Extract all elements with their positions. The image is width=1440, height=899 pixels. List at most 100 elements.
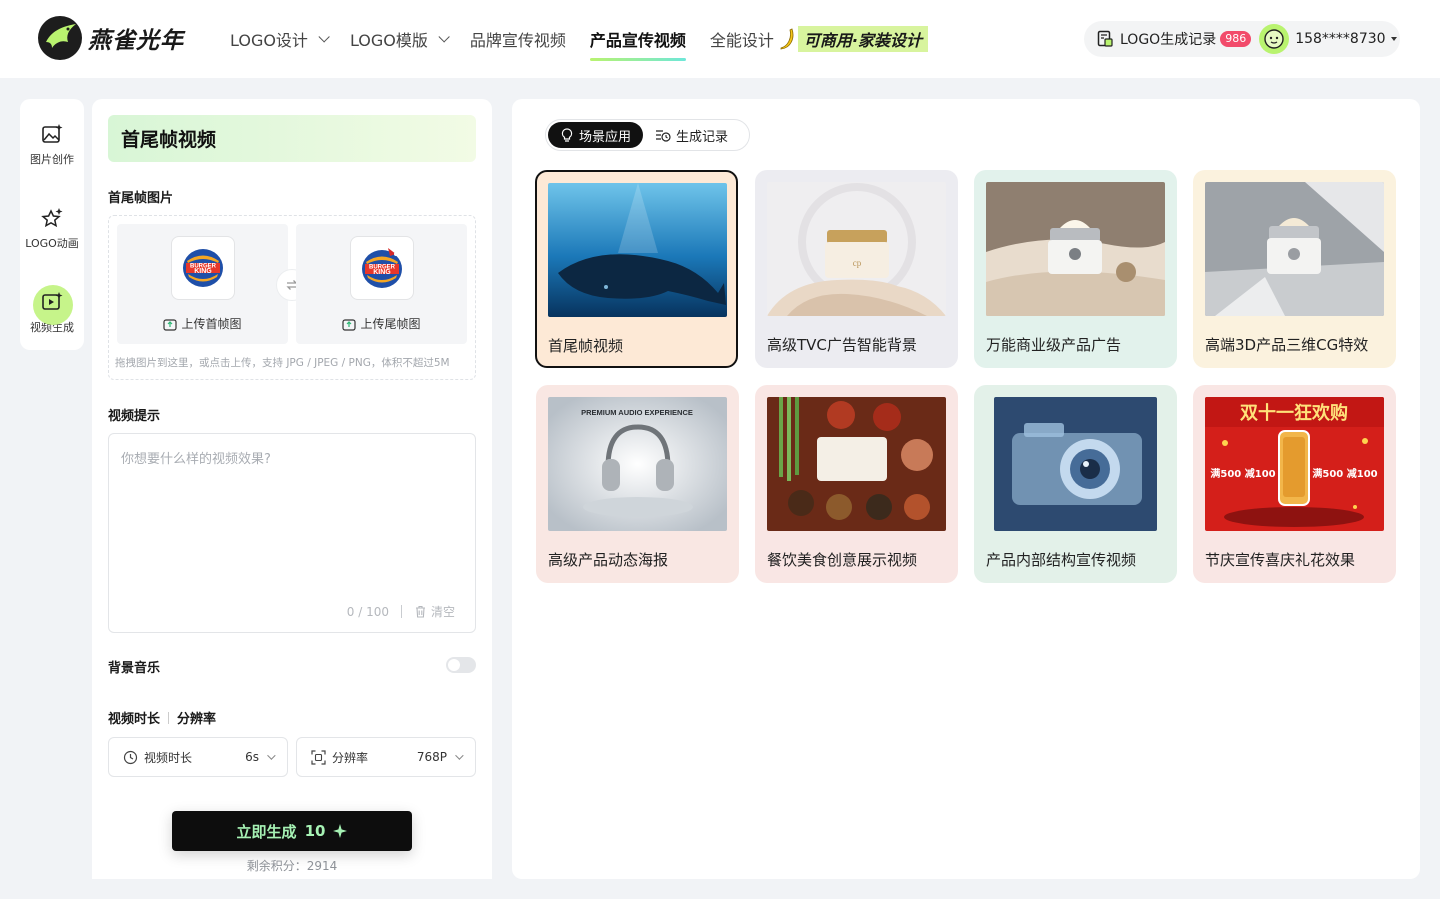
clear-prompt-button[interactable]: 清空: [414, 603, 455, 620]
user-area: LOGO生成记录 986 158****8730: [1084, 21, 1400, 57]
tab-scene-apps[interactable]: 场景应用: [548, 122, 644, 148]
nav-label: 品牌宣传视频: [469, 31, 566, 50]
prompt-box: 0 / 100 清空: [108, 433, 476, 633]
upload-icon: [342, 318, 357, 331]
rail-item-video-generate[interactable]: 视频生成: [20, 285, 84, 335]
divider: [400, 605, 402, 618]
upload-last-label: 上传尾帧图: [296, 315, 467, 332]
caret-down-icon[interactable]: [1390, 37, 1397, 41]
nav-product-video[interactable]: 产品宣传视频: [589, 0, 686, 78]
prompt-input[interactable]: [109, 434, 475, 584]
last-frame-thumbnail: BURGER KING: [350, 236, 414, 300]
duration-section-label: 视频时长: [108, 712, 161, 727]
festival-left-offer: 满500 减100: [1210, 467, 1275, 480]
upload-icon: [163, 318, 178, 331]
avatar[interactable]: [1259, 24, 1290, 54]
scene-card-internal-structure[interactable]: 产品内部结构宣传视频: [974, 385, 1177, 583]
brand-logo[interactable]: 燕雀光年: [38, 16, 184, 60]
nav-label: LOGO设计: [230, 31, 308, 50]
svg-text:KING: KING: [194, 268, 212, 275]
resolution-select-label: 分辨率: [332, 750, 369, 765]
duration-select-label: 视频时长: [144, 750, 193, 765]
rail-item-logo-animation[interactable]: LOGO动画: [20, 205, 84, 251]
card-caption: 高级TVC广告智能背景: [767, 336, 917, 354]
upload-first-text: 上传首帧图: [181, 317, 242, 331]
nav-logo-design[interactable]: LOGO设计: [230, 0, 330, 78]
tab-generation-history[interactable]: 生成记录: [643, 122, 740, 148]
user-phone[interactable]: 158****8730: [1295, 31, 1385, 47]
burger-king-festive-logo-icon: BURGER KING: [362, 248, 402, 288]
scene-card-tvc-background[interactable]: cp 高级TVC广告智能背景: [755, 170, 958, 368]
chevron-down-icon: [438, 31, 450, 43]
rail-label: 图片创作: [30, 153, 74, 166]
tool-rail: 图片创作 LOGO动画 视频生成: [20, 99, 84, 350]
upload-last-text: 上传尾帧图: [360, 317, 421, 331]
festival-title: 双十一狂欢购: [1240, 402, 1348, 424]
prompt-footer: 0 / 100 清空: [347, 603, 455, 620]
main-nav: LOGO设计 LOGO模版 品牌宣传视频 产品宣传视频 全能设计 可商用·家装设…: [230, 0, 952, 78]
duration-select[interactable]: 视频时长 6s: [108, 737, 288, 777]
card-image-camera: [994, 397, 1157, 531]
festival-right-offer: 满500 减100: [1312, 467, 1377, 480]
svg-text:cp: cp: [853, 258, 862, 268]
card-image-festival: 双十一狂欢购 满500 减100 满500 减100: [1205, 397, 1384, 531]
logo-animation-icon: [39, 205, 65, 231]
nav-logo-templates[interactable]: LOGO模版: [350, 0, 450, 78]
scene-card-festival[interactable]: 双十一狂欢购 满500 减100 满500 减100 节庆宣传喜庆礼花效果: [1193, 385, 1396, 583]
chevron-down-icon: [318, 31, 330, 43]
clear-label: 清空: [430, 605, 455, 619]
card-caption: 产品内部结构宣传视频: [986, 551, 1137, 569]
generation-form: 首尾帧视频 首尾帧图片 BURGER KING 上传首帧图 BURGER KIN…: [92, 99, 492, 879]
generate-button[interactable]: 立即生成 10: [172, 811, 412, 851]
frame-upload-area[interactable]: BURGER KING 上传首帧图 BURGER KING 上传尾帧图 拖拽图片…: [108, 215, 476, 380]
scene-card-3d-cg[interactable]: 高端3D产品三维CG特效: [1193, 170, 1396, 368]
chevron-down-icon: [455, 751, 464, 760]
scene-card-first-last-frame[interactable]: 首尾帧视频: [535, 170, 738, 368]
card-caption: 高端3D产品三维CG特效: [1205, 336, 1369, 354]
music-toggle[interactable]: [446, 657, 476, 673]
clock-icon: [123, 750, 138, 765]
upload-hint: 拖拽图片到这里，或点击上传，支持 JPG / JPEG / PNG，体积不超过5…: [115, 357, 450, 369]
resolution-section-label: 分辨率: [177, 712, 217, 727]
swallow-logo-icon: [38, 16, 82, 60]
last-frame-upload[interactable]: BURGER KING 上传尾帧图: [296, 224, 467, 344]
first-frame-thumbnail: BURGER KING: [171, 236, 235, 300]
card-image-cream-sand: [986, 182, 1165, 316]
nav-all-design[interactable]: 全能设计 可商用·家装设计: [709, 0, 929, 78]
logo-record-link[interactable]: LOGO生成记录: [1120, 29, 1216, 49]
divider: [168, 711, 170, 724]
first-frame-upload[interactable]: BURGER KING 上传首帧图: [117, 224, 288, 344]
trash-icon: [415, 605, 425, 618]
promo-tag: 可商用·家装设计: [797, 26, 929, 52]
rail-item-image-creation[interactable]: 图片创作: [20, 121, 84, 167]
tab-label: 生成记录: [676, 129, 729, 145]
scene-panel: 场景应用 生成记录 首尾帧视频 cp 高级TVC广告智能背景 万能商业级产品广告…: [512, 99, 1420, 879]
form-title: 首尾帧视频: [108, 115, 476, 162]
scene-tabs: 场景应用 生成记录: [545, 119, 750, 151]
chevron-down-icon: [267, 751, 276, 760]
resolution-scan-icon: [311, 749, 326, 765]
prompt-label: 视频提示: [108, 409, 161, 424]
nav-label: 全能设计: [709, 31, 774, 50]
smiley-avatar-icon: [1264, 29, 1284, 49]
history-list-icon: [656, 130, 671, 142]
video-generate-icon: [33, 285, 73, 325]
card-image-cream-jar: cp: [767, 182, 946, 316]
frames-label: 首尾帧图片: [108, 191, 174, 206]
rail-label: LOGO动画: [25, 237, 79, 250]
scene-card-dynamic-poster[interactable]: PREMIUM AUDIO EXPERIENCE 高级产品动态海报: [536, 385, 739, 583]
scene-card-food-video[interactable]: 餐饮美食创意展示视频: [755, 385, 958, 583]
duration-value: 6s: [245, 750, 259, 764]
image-sparkle-icon: [39, 121, 65, 147]
upload-first-label: 上传首帧图: [117, 315, 288, 332]
scene-card-commercial-ad[interactable]: 万能商业级产品广告: [974, 170, 1177, 368]
card-caption: 万能商业级产品广告: [986, 336, 1122, 354]
nav-label: 产品宣传视频: [589, 31, 686, 50]
card-image-cream-light: [1205, 182, 1384, 316]
banana-icon: [780, 28, 794, 50]
resolution-select[interactable]: 分辨率 768P: [296, 737, 476, 777]
nav-brand-video[interactable]: 品牌宣传视频: [470, 0, 566, 78]
duration-resolution-label: 视频时长 分辨率: [108, 708, 216, 727]
card-caption: 高级产品动态海报: [548, 551, 669, 569]
prompt-counter: 0 / 100: [346, 604, 389, 619]
